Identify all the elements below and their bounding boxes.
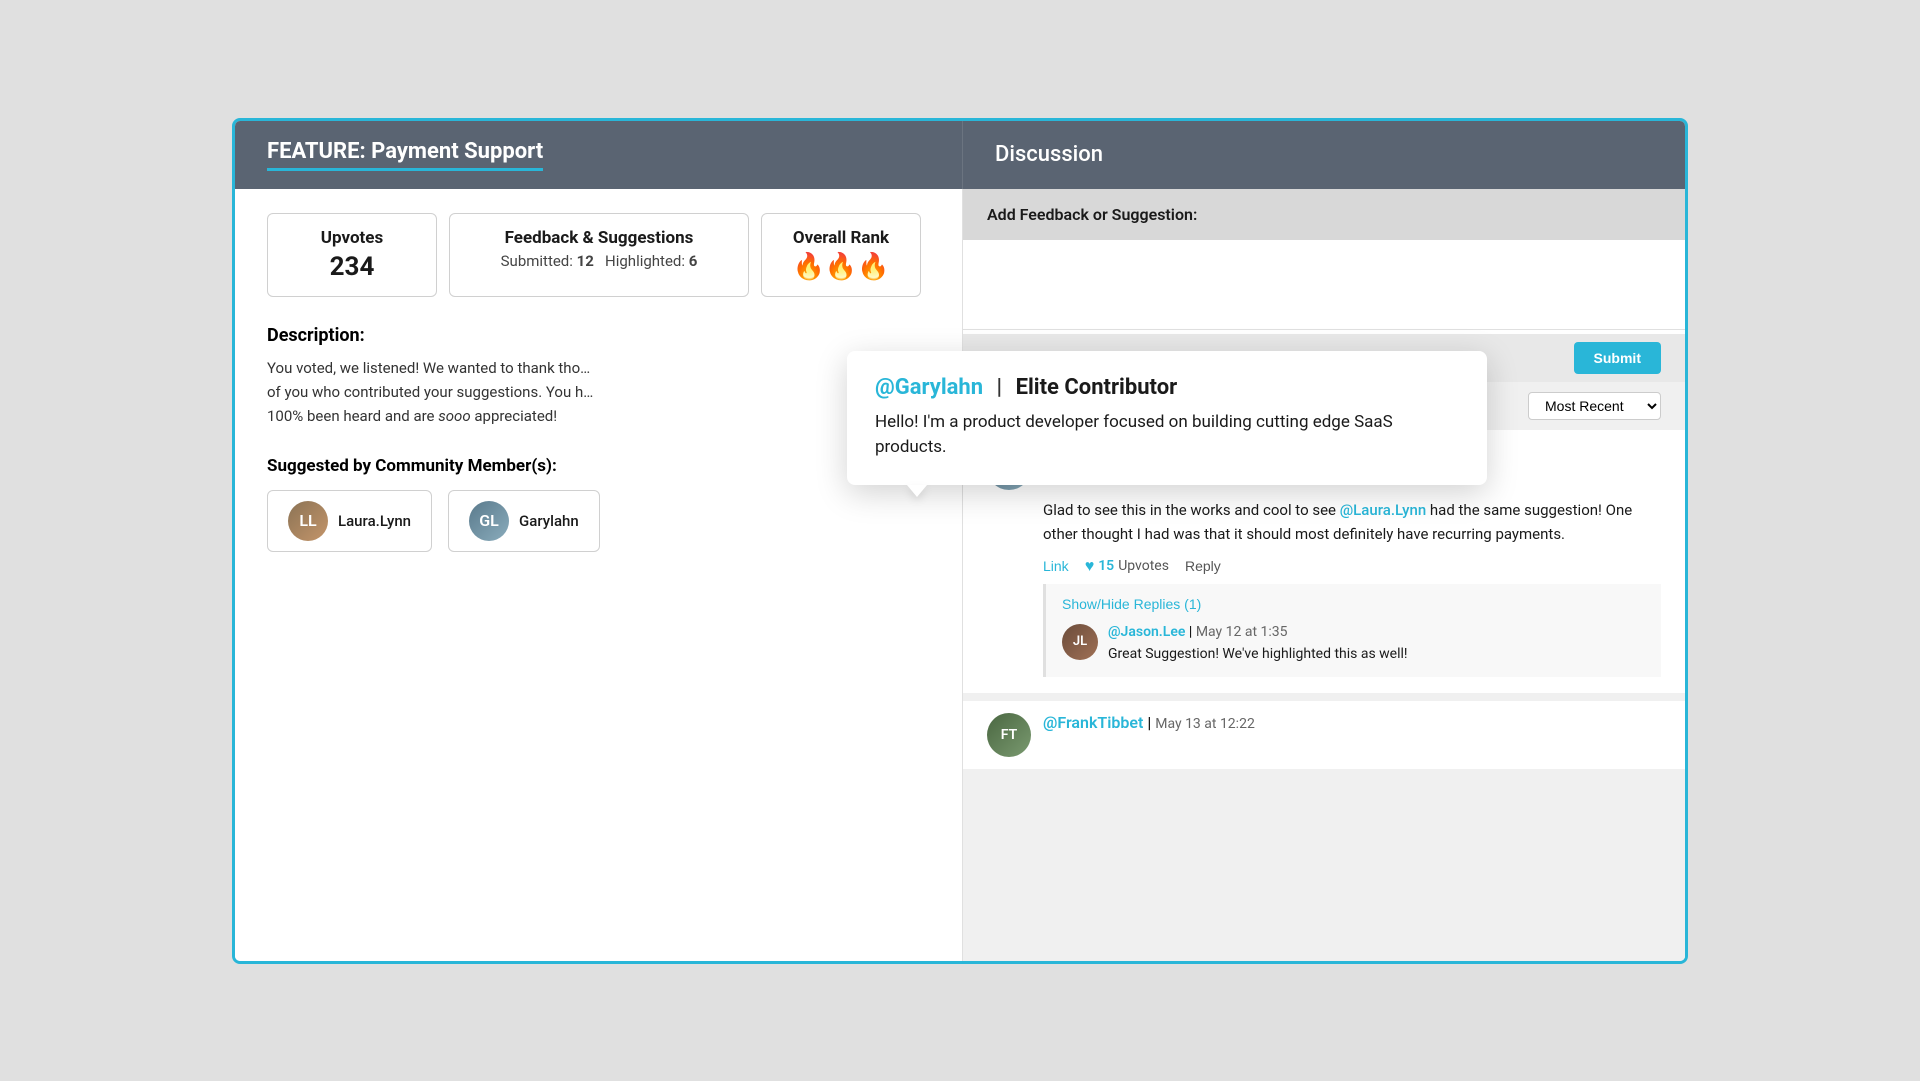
submit-button[interactable]: Submit xyxy=(1574,342,1661,374)
reply-avatar-jason: JL xyxy=(1062,624,1098,660)
header-left: FEATURE: Payment Support xyxy=(235,121,963,189)
comment-partial: FT @FrankTibbet | May 13 at 12:22 xyxy=(963,701,1685,769)
link-button[interactable]: Link xyxy=(1043,558,1069,574)
avatar-gary: GL xyxy=(469,501,509,541)
rank-icons: 🔥🔥🔥 xyxy=(782,252,900,282)
left-panel: Upvotes 234 Feedback & Suggestions Submi… xyxy=(235,189,963,961)
popover-bio: Hello! I'm a product developer focused o… xyxy=(875,410,1459,461)
page-title: FEATURE: Payment Support xyxy=(267,139,543,171)
sort-select[interactable]: Most Recent Most Upvoted Oldest xyxy=(1528,392,1661,420)
highlighted-count: 6 xyxy=(689,252,698,270)
replies-section-1: Show/Hide Replies (1) JL @Jason.Lee | Ma… xyxy=(1043,584,1661,677)
desc-italic: sooo xyxy=(438,407,470,425)
reply-date-1: May 12 at 1:35 xyxy=(1196,624,1288,640)
popover-title: @Garylahn | Elite Contributor xyxy=(875,375,1459,400)
popover-role: Elite Contributor xyxy=(1016,375,1178,400)
feedback-header: Add Feedback or Suggestion: xyxy=(963,189,1685,240)
submitted-count: 12 xyxy=(577,252,594,270)
desc-part3: 100% been heard and are xyxy=(267,407,438,425)
reply-block-1: JL @Jason.Lee | May 12 at 1:35 Great Sug… xyxy=(1062,624,1645,665)
reply-meta-1: @Jason.Lee | May 12 at 1:35 xyxy=(1108,624,1645,640)
desc-part2: of you who contributed your suggestions.… xyxy=(267,383,583,401)
feedback-sub: Submitted: 12 Highlighted: 6 xyxy=(470,252,728,270)
feedback-card: Feedback & Suggestions Submitted: 12 Hig… xyxy=(449,213,749,297)
comment-mention[interactable]: @Laura.Lynn xyxy=(1340,501,1426,519)
heart-icon: ♥ xyxy=(1085,556,1095,576)
member-card-laura: LL Laura.Lynn xyxy=(267,490,432,552)
comments-area: GL @Garylahn | May 12 at 1:24 Glad to se… xyxy=(963,430,1685,961)
desc-part1: You voted, we listened! We wanted to tha… xyxy=(267,359,580,377)
popover-separator: | xyxy=(997,375,1003,400)
user-popover: @Garylahn | Elite Contributor Hello! I'm… xyxy=(847,351,1487,485)
upvote-count: 15 xyxy=(1098,558,1114,574)
member-name-gary: Garylahn xyxy=(519,512,579,530)
header: FEATURE: Payment Support Discussion xyxy=(235,121,1685,189)
comment-text-1: Glad to see this in the works and cool t… xyxy=(1043,498,1661,546)
description-title: Description: xyxy=(267,325,930,346)
reply-author-1[interactable]: @Jason.Lee xyxy=(1108,624,1185,640)
feedback-textarea[interactable] xyxy=(963,240,1685,330)
reply-content-1: @Jason.Lee | May 12 at 1:35 Great Sugges… xyxy=(1108,624,1645,665)
next-comment-meta: @FrankTibbet | May 13 at 12:22 xyxy=(1043,713,1255,732)
upvote-action: ♥ 15 Upvotes xyxy=(1085,556,1169,576)
feedback-label: Feedback & Suggestions xyxy=(470,228,728,248)
avatar-frank: FT xyxy=(987,713,1031,757)
reply-button[interactable]: Reply xyxy=(1185,558,1221,574)
show-hide-replies-button[interactable]: Show/Hide Replies (1) xyxy=(1062,596,1201,612)
main-layout: Upvotes 234 Feedback & Suggestions Submi… xyxy=(235,189,1685,961)
avatar-laura: LL xyxy=(288,501,328,541)
upvotes-label: Upvotes xyxy=(1118,558,1169,574)
app-container: FEATURE: Payment Support Discussion Upvo… xyxy=(232,118,1688,964)
discussion-title: Discussion xyxy=(995,142,1103,167)
suggested-title: Suggested by Community Member(s): xyxy=(267,456,930,476)
comment-text-before: Glad to see this in the works and cool t… xyxy=(1043,501,1340,519)
reply-sep-1: | xyxy=(1189,624,1196,640)
next-comment-date: May 13 at 12:22 xyxy=(1155,716,1255,732)
member-card-gary: GL Garylahn xyxy=(448,490,600,552)
rank-card: Overall Rank 🔥🔥🔥 xyxy=(761,213,921,297)
highlighted-label: Highlighted: xyxy=(605,252,685,270)
submitted-label: Submitted: xyxy=(501,252,573,270)
right-panel: Add Feedback or Suggestion: Submit Most … xyxy=(963,189,1685,961)
popover-at-name[interactable]: @Garylahn xyxy=(875,375,983,400)
desc-part4: appreciated! xyxy=(471,407,557,425)
stats-row: Upvotes 234 Feedback & Suggestions Submi… xyxy=(267,213,930,297)
comment-actions-1: Link ♥ 15 Upvotes Reply xyxy=(1043,556,1661,576)
suggested-section: Suggested by Community Member(s): LL Lau… xyxy=(267,456,930,552)
member-list: LL Laura.Lynn GL Garylahn xyxy=(267,490,930,552)
upvotes-value: 234 xyxy=(288,252,416,282)
member-name-laura: Laura.Lynn xyxy=(338,512,411,530)
upvotes-card: Upvotes 234 xyxy=(267,213,437,297)
header-right: Discussion xyxy=(963,121,1685,189)
rank-label: Overall Rank xyxy=(782,228,900,248)
description-text: You voted, we listened! We wanted to tha… xyxy=(267,356,930,428)
feedback-header-label: Add Feedback or Suggestion: xyxy=(987,205,1197,224)
description-section: Description: You voted, we listened! We … xyxy=(267,325,930,428)
upvotes-label: Upvotes xyxy=(288,228,416,248)
next-comment-author[interactable]: @FrankTibbet xyxy=(1043,713,1143,732)
reply-text-1: Great Suggestion! We've highlighted this… xyxy=(1108,644,1645,665)
